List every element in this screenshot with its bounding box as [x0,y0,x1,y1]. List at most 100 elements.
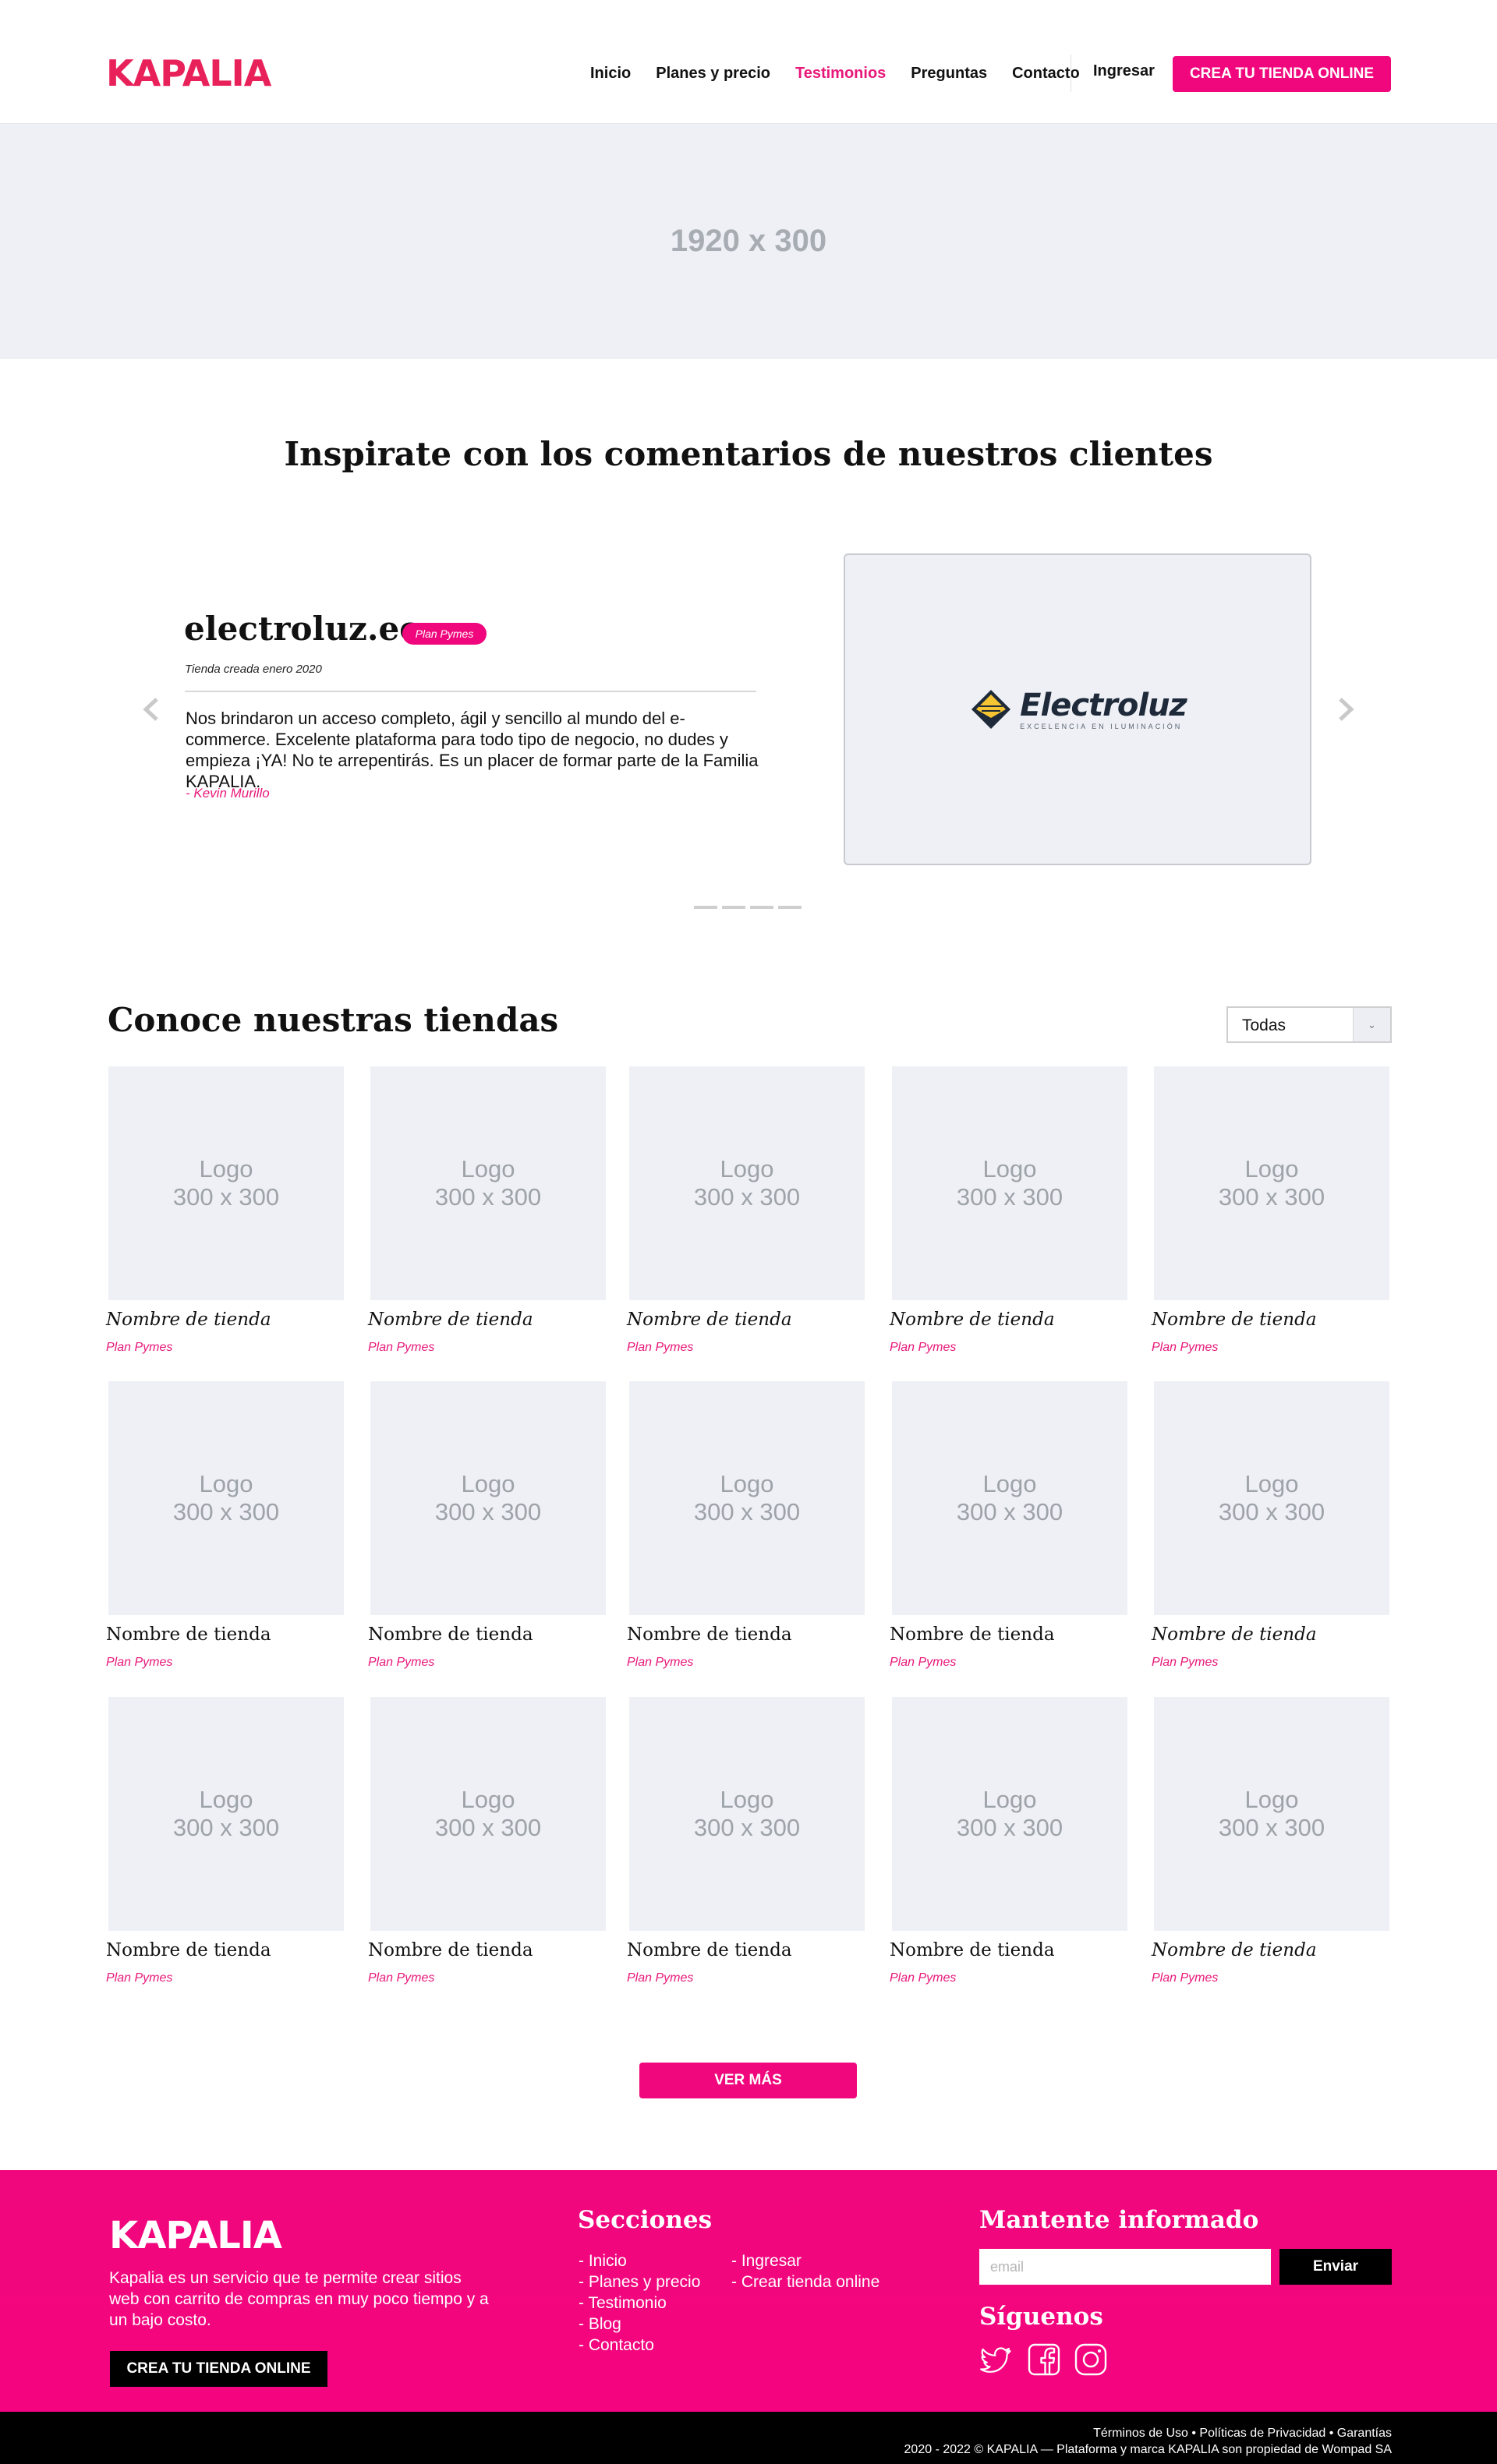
logo-placeholder-size: 300 x 300 [956,1814,1063,1841]
electroluz-mark-icon [971,690,1011,729]
store-plan: Plan Pymes [1152,1971,1219,1985]
logo-placeholder-size: 300 x 300 [956,1183,1063,1211]
logo-placeholder-size: 300 x 300 [434,1183,542,1211]
nav-inicio[interactable]: Inicio [590,65,631,83]
logo-placeholder-size: 300 x 300 [434,1498,542,1525]
electroluz-words: Electroluz EXCELENCIA EN ILUMINACIÓN [1020,689,1187,730]
store-name: Nombre de tienda [368,1310,533,1330]
stores-title: Conoce nuestras tiendas [108,1001,559,1039]
store-card[interactable]: Logo 300 x 300 Nombre de tienda Plan Pymes [368,1381,606,1669]
store-card[interactable]: Logo 300 x 300 Nombre de tienda Plan Pymes [106,1381,344,1669]
logo-placeholder-label: Logo [720,1786,774,1813]
logo-placeholder-label: Logo [1244,1786,1299,1813]
store-card[interactable]: Logo 300 x 300 Nombre de tienda Plan Pymes [1152,1697,1389,1985]
carousel-dot[interactable] [694,906,717,909]
logo-placeholder-label: Logo [1244,1155,1299,1183]
electroluz-name: Electroluz [1020,689,1187,722]
footer-create-store-button[interactable]: CREA TU TIENDA ONLINE [110,2351,327,2387]
site-footer: KAPALIA Kapalia es un servicio que te pe… [0,2170,1497,2412]
store-filter-select[interactable]: Todas ⌄ [1226,1006,1392,1043]
store-name: Nombre de tienda [368,1624,533,1645]
store-card[interactable]: Logo 300 x 300 Nombre de tienda Plan Pymes [627,1381,865,1669]
store-card[interactable]: Logo 300 x 300 Nombre de tienda Plan Pymes [368,1066,606,1354]
logo-placeholder-label: Logo [720,1155,774,1183]
create-store-button[interactable]: CREA TU TIENDA ONLINE [1173,56,1391,92]
site-header: KAPALIA Inicio Planes y precio Testimoni… [0,0,1497,123]
instagram-link[interactable] [1074,2342,1108,2377]
hero-placeholder: 1920 x 300 [670,223,827,258]
store-card[interactable]: Logo 300 x 300 Nombre de tienda Plan Pymes [890,1381,1127,1669]
store-plan: Plan Pymes [890,1341,957,1354]
carousel-dot[interactable] [722,906,745,909]
logo-placeholder-size: 300 x 300 [1218,1814,1325,1841]
footer-link-blog[interactable]: - Blog [579,2314,700,2335]
carousel-next-button[interactable] [1330,694,1361,725]
footer-link-contacto[interactable]: - Contacto [579,2335,700,2356]
carousel-dot[interactable] [750,906,773,909]
filter-selected-value: Todas [1242,1016,1286,1034]
legal-links[interactable]: Términos de Uso • Políticas de Privacida… [1093,2427,1392,2441]
nav-testimonios[interactable]: Testimonios [795,65,886,83]
store-name: Nombre de tienda [627,1940,792,1960]
electroluz-logo: Electroluz EXCELENCIA EN ILUMINACIÓN [968,687,1187,732]
logo-placeholder-label: Logo [461,1786,515,1813]
store-name: Nombre de tienda [890,1940,1055,1960]
store-plan: Plan Pymes [368,1656,435,1669]
nav-planes[interactable]: Planes y precio [656,65,770,83]
ver-mas-button[interactable]: VER MÁS [639,2063,857,2098]
store-name: Nombre de tienda [1152,1624,1317,1645]
main-nav: Inicio Planes y precio Testimonios Pregu… [590,61,1105,86]
store-logo-placeholder: Logo 300 x 300 [1154,1381,1389,1615]
kapalia-logo[interactable]: KAPALIA [106,52,271,94]
store-logo-placeholder: Logo 300 x 300 [629,1697,865,1931]
footer-link-crear-tienda[interactable]: - Crear tienda online [731,2271,879,2293]
footer-link-ingresar[interactable]: - Ingresar [731,2250,879,2271]
store-card[interactable]: Logo 300 x 300 Nombre de tienda Plan Pymes [106,1066,344,1354]
store-card[interactable]: Logo 300 x 300 Nombre de tienda Plan Pymes [1152,1381,1389,1669]
logo-placeholder-label: Logo [199,1470,253,1497]
newsletter-email-input[interactable] [979,2249,1271,2285]
store-card[interactable]: Logo 300 x 300 Nombre de tienda Plan Pymes [890,1066,1127,1354]
carousel-prev-button[interactable] [136,694,167,725]
footer-link-inicio[interactable]: - Inicio [579,2250,700,2271]
store-logo-placeholder: Logo 300 x 300 [892,1697,1127,1931]
store-name: Nombre de tienda [106,1310,271,1330]
store-card[interactable]: Logo 300 x 300 Nombre de tienda Plan Pymes [1152,1066,1389,1354]
store-logo-placeholder: Logo 300 x 300 [892,1381,1127,1615]
store-name: Nombre de tienda [1152,1310,1317,1330]
footer-logo[interactable]: KAPALIA [109,2214,282,2257]
carousel-dot[interactable] [778,906,802,909]
logo-placeholder-size: 300 x 300 [693,1498,801,1525]
facebook-link[interactable] [1027,2342,1061,2377]
store-logo-placeholder: Logo 300 x 300 [108,1066,344,1300]
newsletter-title: Mantente informado [979,2206,1259,2234]
electroluz-name-part1: Electro [1020,687,1138,723]
sections-title: Secciones [578,2206,713,2234]
store-card[interactable]: Logo 300 x 300 Nombre de tienda Plan Pymes [890,1697,1127,1985]
footer-link-testimonio[interactable]: - Testimonio [579,2293,700,2314]
store-card[interactable]: Logo 300 x 300 Nombre de tienda Plan Pymes [106,1697,344,1985]
store-logo-placeholder: Logo 300 x 300 [629,1381,865,1615]
store-plan: Plan Pymes [106,1971,173,1985]
logo-placeholder-size: 300 x 300 [172,1814,280,1841]
nav-contacto[interactable]: Contacto [1012,65,1080,83]
logo-placeholder-size: 300 x 300 [434,1814,542,1841]
newsletter-send-button[interactable]: Enviar [1279,2249,1392,2285]
store-card[interactable]: Logo 300 x 300 Nombre de tienda Plan Pymes [627,1697,865,1985]
store-name: Nombre de tienda [1152,1940,1317,1960]
logo-placeholder-label: Logo [982,1786,1037,1813]
testimonial-store-name: electroluz.ec [184,610,419,648]
login-link[interactable]: Ingresar [1093,62,1155,80]
twitter-link[interactable] [979,2342,1013,2377]
store-name: Nombre de tienda [106,1940,271,1960]
store-plan: Plan Pymes [627,1656,694,1669]
store-card[interactable]: Logo 300 x 300 Nombre de tienda Plan Pymes [627,1066,865,1354]
logo-placeholder-label: Logo [461,1470,515,1497]
chevron-right-icon [1339,698,1354,721]
logo-wordmark: KAPALIA [106,52,271,94]
sections-list-1: - Inicio - Planes y precio - Testimonio … [579,2250,700,2356]
nav-preguntas[interactable]: Preguntas [911,65,987,83]
store-name: Nombre de tienda [890,1624,1055,1645]
footer-link-planes[interactable]: - Planes y precio [579,2271,700,2293]
store-card[interactable]: Logo 300 x 300 Nombre de tienda Plan Pymes [368,1697,606,1985]
